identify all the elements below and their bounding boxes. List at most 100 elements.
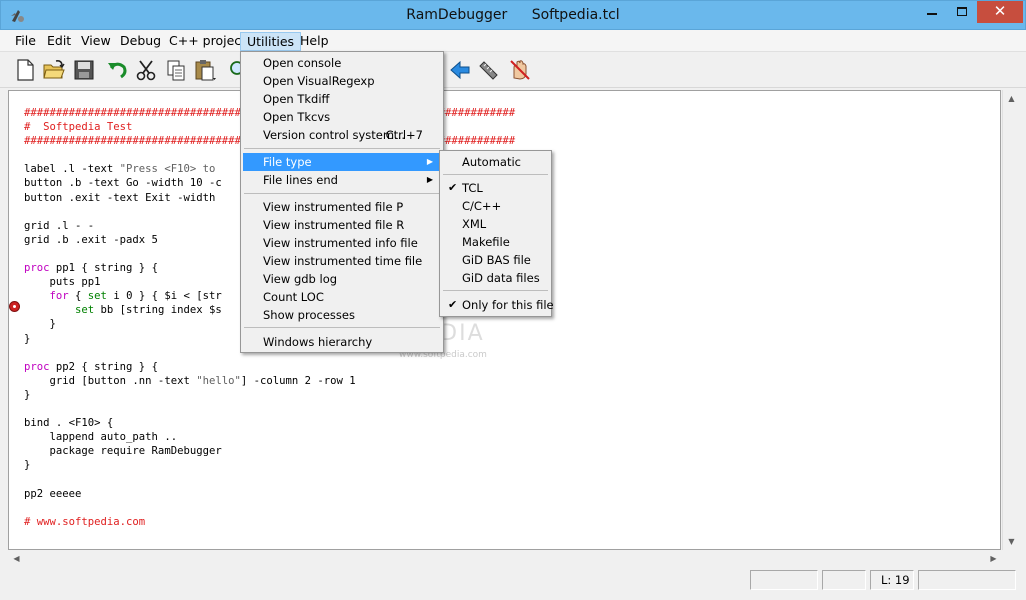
menu-entry-automatic[interactable]: Automatic [442,153,549,171]
menu-entry-label: File type [263,155,312,169]
menu-entry-open-visualregexp[interactable]: Open VisualRegexp [243,72,441,90]
scroll-right-icon[interactable]: ▶ [985,550,1002,567]
code-line: # Softpedia Test [24,121,133,134]
menu-view[interactable]: View [75,32,117,51]
menu-entry-view-instrumented-r[interactable]: View instrumented file R [243,216,441,234]
menu-entry-xml[interactable]: XML [442,215,549,233]
back-arrow-icon[interactable] [448,58,472,82]
menu-entry-version-control[interactable]: Version control system... Ctrl+7 [243,126,441,144]
code-string: "hello" [196,374,241,387]
code-line: pp2 eeeee [24,487,82,500]
app-name: RamDebugger [406,7,508,23]
menu-file[interactable]: File [9,32,42,51]
breakpoint-icon[interactable] [9,301,20,312]
menu-entry-label: Version control system... [263,128,406,142]
scroll-down-icon[interactable]: ▼ [1003,533,1020,550]
menu-entry-shortcut: Ctrl+7 [385,128,423,142]
menu-separator [244,148,440,149]
menu-entry-file-type[interactable]: File type ▶ [243,153,441,171]
menu-help[interactable]: Help [294,32,335,51]
menu-edit[interactable]: Edit [41,32,77,51]
menu-entry-windows-hierarchy[interactable]: Windows hierarchy [243,333,441,351]
code-line: lappend auto_path .. [24,431,178,444]
close-icon: ✕ [993,2,1007,20]
menu-cpp-project[interactable]: C++ project [163,32,252,51]
menu-entry-open-tkdiff[interactable]: Open Tkdiff [243,90,441,108]
save-icon[interactable] [72,58,96,82]
paste-icon[interactable] [193,58,217,82]
copy-icon[interactable] [164,58,188,82]
code-line: package require RamDebugger [24,445,222,458]
code-keyword: proc [24,262,50,275]
status-field [822,570,866,590]
menu-entry-open-tkcvs[interactable]: Open Tkcvs [243,108,441,126]
menu-entry-only-for-this-file[interactable]: ✔ Only for this file [442,296,554,314]
code-line: grid .b .exit -padx 5 [24,233,158,246]
menu-separator [244,193,440,194]
code-line: } [24,332,31,345]
code-line: button .b -text Go -width 10 -c [24,177,222,190]
file-name: Softpedia.tcl [531,7,620,23]
code-line: pp2 { string } { [49,360,158,373]
maximize-icon [957,7,967,16]
code-line: i 0 } { $i < [str [106,290,222,303]
menu-utilities[interactable]: Utilities [240,32,302,51]
code-line: grid .l - - [24,219,95,232]
window-title: RamDebugger Softpedia.tcl [1,7,1025,23]
menu-entry-gid-data-files[interactable]: GiD data files [442,269,549,287]
code-line: } [24,318,56,331]
code-line: bb [string index $s [94,304,222,317]
code-keyword: proc [24,360,50,373]
checkmark-icon: ✔ [448,298,458,311]
code-keyword: set [87,290,107,303]
menu-entry-label: Only for this file [462,298,554,312]
code-line: ] -column 2 -row 1 [240,374,356,387]
menu-entry-file-lines-end[interactable]: File lines end ▶ [243,171,441,189]
status-field [750,570,818,590]
menu-entry-view-instrumented-time[interactable]: View instrumented time file [243,252,441,270]
minimize-button[interactable] [918,1,946,23]
vertical-scrollbar[interactable]: ▲ ▼ [1002,90,1019,550]
title-bar: RamDebugger Softpedia.tcl ✕ [0,0,1026,30]
menu-entry-tcl[interactable]: ✔ TCL [442,179,549,197]
menu-entry-c-cpp[interactable]: C/C++ [442,197,549,215]
new-file-icon[interactable] [13,58,37,82]
code-line: bind . <F10> { [24,417,114,430]
menu-separator [443,174,548,175]
minimize-icon [927,13,937,15]
status-field [918,570,1016,590]
menu-entry-view-gdb-log[interactable]: View gdb log [243,270,441,288]
menu-entry-view-instrumented-p[interactable]: View instrumented file P [243,198,441,216]
menu-debug[interactable]: Debug [114,32,167,51]
code-keyword: set [75,304,95,317]
close-button[interactable]: ✕ [977,1,1023,23]
submenu-arrow-icon: ▶ [426,175,433,184]
horizontal-scrollbar[interactable]: ◀ ▶ [8,550,1002,567]
code-line: grid [button .nn -text [24,374,197,387]
menu-entry-show-processes[interactable]: Show processes [243,306,441,324]
submenu-arrow-icon: ▶ [426,157,433,166]
line-indicator: L: 19 [870,570,914,590]
maximize-button[interactable] [948,1,976,23]
open-folder-icon[interactable] [42,58,66,82]
code-keyword: for [49,290,69,303]
menu-entry-open-console[interactable]: Open console [243,54,441,72]
toolbar [0,53,1026,88]
menu-separator [443,290,548,291]
menu-entry-makefile[interactable]: Makefile [442,233,549,251]
ruler-icon[interactable] [476,58,500,82]
menu-entry-count-loc[interactable]: Count LOC [243,288,441,306]
cut-icon[interactable] [134,58,158,82]
menu-entry-gid-bas-file[interactable]: GiD BAS file [442,251,549,269]
clear-breakpoints-icon[interactable] [508,58,532,82]
undo-icon[interactable] [105,58,129,82]
code-line: button .exit -text Exit -width [24,191,216,204]
menu-entry-view-instrumented-info[interactable]: View instrumented info file [243,234,441,252]
scroll-up-icon[interactable]: ▲ [1003,90,1020,107]
scroll-left-icon[interactable]: ◀ [8,550,25,567]
code-line: { [68,290,88,303]
menu-entry-label: File lines end [263,173,338,187]
code-line: pp1 { string } { [49,262,158,275]
